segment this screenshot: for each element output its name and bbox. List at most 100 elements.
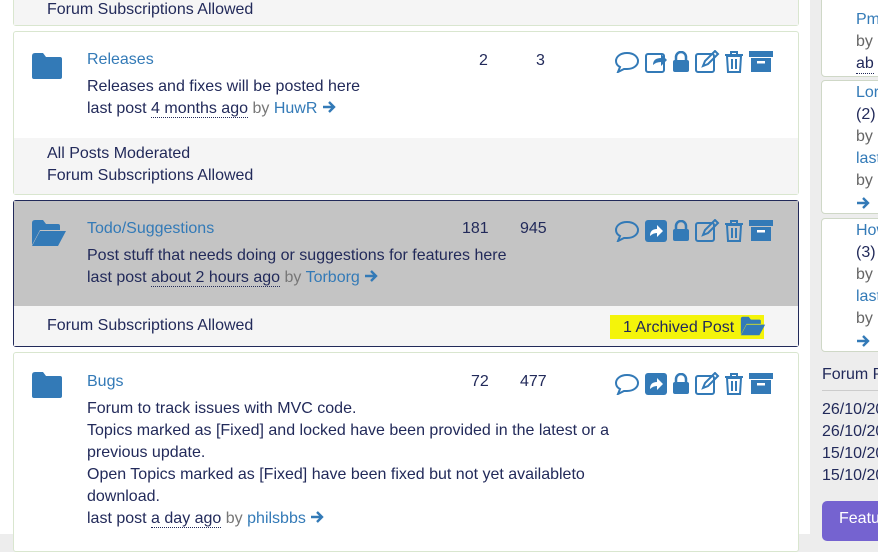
topic-count: (3) [856, 244, 876, 261]
arrow-right-icon[interactable] [322, 100, 336, 114]
topic-count: (2) [856, 106, 876, 123]
comment-icon[interactable] [614, 51, 640, 73]
last-post-link[interactable]: last [856, 148, 878, 170]
forum-actions [614, 219, 774, 243]
lock-icon[interactable] [672, 220, 690, 242]
by-label: by [856, 310, 873, 327]
sidebar: Pm by ab Lor (2) by last by How (3) by l… [810, 0, 878, 541]
sidebar-date: 15/10/20 [822, 467, 878, 484]
last-post-time: 4 months ago [151, 100, 248, 118]
share-icon[interactable] [644, 372, 668, 396]
forum-list: Forum Subscriptions Allowed Releases 2 3… [0, 0, 810, 552]
forum-card-bugs: Bugs 72 477 Forum to track issues with M… [13, 352, 799, 552]
topic-count: 72 [471, 373, 489, 390]
sidebar-topic-card: Pm by ab [821, 0, 878, 77]
by-label: by [225, 510, 243, 527]
divider [822, 390, 878, 391]
topic-count: 181 [462, 220, 489, 237]
topic-count: 2 [479, 52, 488, 69]
last-post-time: about 2 hours ago [151, 269, 281, 287]
post-count: 477 [520, 373, 547, 390]
last-post-label: last post [87, 269, 147, 286]
post-count: 3 [536, 52, 545, 69]
folder-icon [31, 371, 63, 399]
arrow-right-icon[interactable] [364, 269, 378, 283]
forum-footer: Forum Subscriptions Allowed 1 Archived P… [14, 306, 798, 346]
last-post-info: last post a day ago by philsbbs [87, 508, 609, 530]
comment-icon[interactable] [614, 220, 640, 242]
forum-footer-line: All Posts Moderated [47, 145, 191, 162]
archive-icon[interactable] [748, 372, 774, 396]
topic-link[interactable]: How [856, 220, 878, 242]
sidebar-section-title: Forum P [822, 366, 878, 383]
arrow-right-icon[interactable] [856, 196, 870, 210]
folder-icon [31, 52, 63, 80]
forum-header: Releases 2 3 Releases and fixes will be … [14, 32, 798, 138]
trash-icon[interactable] [724, 372, 744, 396]
forum-title-link[interactable]: Releases [87, 51, 154, 69]
forum-actions [614, 50, 774, 74]
trash-icon[interactable] [724, 50, 744, 74]
lock-icon[interactable] [672, 51, 690, 73]
sidebar-topic-card: How (3) by last by [821, 218, 878, 352]
description-line: Forum to track issues with MVC code. [87, 400, 357, 417]
forum-footer: All Posts Moderated Forum Subscriptions … [14, 138, 798, 194]
forum-footer: Forum Subscriptions Allowed [14, 0, 798, 25]
last-poster-link[interactable]: HuwR [274, 100, 318, 117]
post-count: 945 [520, 220, 547, 237]
archive-icon[interactable] [748, 50, 774, 74]
forum-title-link[interactable]: Bugs [87, 373, 123, 391]
featured-button[interactable]: Featu [822, 501, 878, 541]
description-line: Topics marked as [Fixed] and locked have… [87, 422, 610, 439]
forum-description: Post stuff that needs doing or suggestio… [87, 247, 507, 264]
by-label: by [252, 100, 270, 117]
description-line: Open Topics marked as [Fixed] have been … [87, 466, 585, 483]
arrow-right-icon[interactable] [856, 334, 870, 348]
forum-actions [614, 372, 774, 396]
last-post-label: last post [87, 510, 147, 527]
forum-header: Todo/Suggestions 181 945 Post stuff that… [14, 201, 798, 306]
last-poster-link[interactable]: Torborg [306, 269, 360, 286]
topic-time: ab [856, 55, 874, 74]
sidebar-date: 26/10/20 [822, 423, 878, 440]
by-label: by [856, 172, 873, 189]
forum-description: Releases and fixes will be posted here [87, 78, 361, 95]
edit-icon[interactable] [694, 219, 720, 243]
forum-description: Forum to track issues with MVC code. Top… [87, 398, 609, 530]
last-post-label: last post [87, 100, 147, 117]
forum-title-link[interactable]: Todo/Suggestions [87, 220, 214, 238]
description-line: download. [87, 488, 160, 505]
by-label: by [284, 269, 302, 286]
by-label: by [856, 33, 873, 50]
forum-footer-line: Forum Subscriptions Allowed [47, 167, 254, 184]
last-poster-link[interactable]: philsbbs [247, 510, 306, 527]
topic-link[interactable]: Lor [856, 82, 878, 104]
forum-card-previous: Forum Subscriptions Allowed [13, 0, 799, 26]
archive-icon[interactable] [748, 219, 774, 243]
topic-link[interactable]: Pm [856, 9, 878, 31]
edit-icon[interactable] [694, 50, 720, 74]
by-label: by [856, 128, 873, 145]
last-post-time: a day ago [151, 510, 222, 528]
description-line: previous update. [87, 444, 206, 461]
share-icon[interactable] [644, 219, 668, 243]
share-icon[interactable] [644, 50, 668, 74]
edit-icon[interactable] [694, 372, 720, 396]
last-post-link[interactable]: last [856, 286, 878, 308]
folder-open-icon[interactable] [740, 316, 766, 336]
by-label: by [856, 266, 873, 283]
sidebar-date: 15/10/20 [822, 445, 878, 462]
trash-icon[interactable] [724, 219, 744, 243]
comment-icon[interactable] [614, 373, 640, 395]
lock-icon[interactable] [672, 373, 690, 395]
forum-footer-line: Forum Subscriptions Allowed [47, 1, 254, 18]
last-post-info: last post 4 months ago by HuwR [87, 98, 336, 120]
forum-header: Bugs 72 477 Forum to track issues with M… [14, 353, 798, 543]
sidebar-topic-card: Lor (2) by last by [821, 80, 878, 214]
forum-card-releases: Releases 2 3 Releases and fixes will be … [13, 31, 799, 195]
arrow-right-icon[interactable] [310, 510, 324, 524]
folder-open-icon [31, 219, 67, 247]
forum-card-todo-suggestions: Todo/Suggestions 181 945 Post stuff that… [13, 200, 799, 347]
sidebar-date: 26/10/20 [822, 401, 878, 418]
last-post-info: last post about 2 hours ago by Torborg [87, 267, 378, 289]
